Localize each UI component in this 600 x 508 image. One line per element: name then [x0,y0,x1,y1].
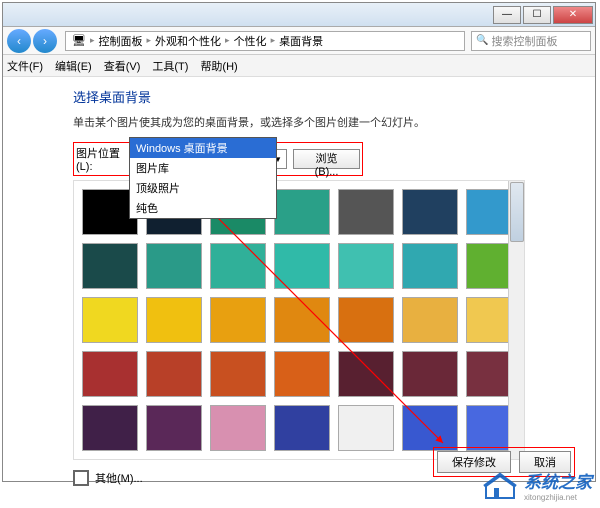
breadcrumb[interactable]: 🖥 ▸ 控制面板 ▸ 外观和个性化 ▸ 个性化 ▸ 桌面背景 [65,31,465,51]
color-swatch[interactable] [146,297,202,343]
color-swatch[interactable] [338,351,394,397]
other-checkbox[interactable] [73,470,89,486]
color-swatch[interactable] [146,243,202,289]
color-swatch[interactable] [338,297,394,343]
dropdown-list: Windows 桌面背景 图片库 顶级照片 纯色 [129,137,277,219]
search-icon: 🔍 [476,35,488,46]
color-swatch[interactable] [402,189,458,235]
breadcrumb-icon: 🖥 [72,34,86,47]
maximize-button[interactable]: ☐ [523,6,551,24]
color-swatch[interactable] [402,351,458,397]
color-swatch[interactable] [274,405,330,451]
window: — ☐ ✕ ‹ › 🖥 ▸ 控制面板 ▸ 外观和个性化 ▸ 个性化 ▸ 桌面背景… [2,2,596,482]
titlebar: — ☐ ✕ [3,3,595,27]
color-swatch[interactable] [82,297,138,343]
color-swatch[interactable] [210,297,266,343]
dropdown-item[interactable]: Windows 桌面背景 [130,138,276,158]
menubar: 文件(F) 编辑(E) 查看(V) 工具(T) 帮助(H) [3,55,595,77]
color-swatch[interactable] [210,351,266,397]
color-swatch[interactable] [338,243,394,289]
page-desc: 单击某个图片使其成为您的桌面背景，或选择多个图片创建一个幻灯片。 [73,114,525,130]
minimize-button[interactable]: — [493,6,521,24]
color-swatch[interactable] [210,243,266,289]
color-swatch[interactable] [146,405,202,451]
house-icon [480,470,520,500]
browse-button[interactable]: 浏览(B)... [293,149,360,169]
color-swatch[interactable] [338,405,394,451]
menu-view[interactable]: 查看(V) [104,58,141,74]
swatch-panel [73,180,525,460]
color-swatch[interactable] [210,405,266,451]
color-swatch[interactable] [402,297,458,343]
breadcrumb-item[interactable]: 个性化 [234,33,267,49]
menu-tools[interactable]: 工具(T) [152,58,188,74]
scrollbar[interactable] [508,181,524,459]
watermark-text: 系统之家 [524,468,592,493]
other-label[interactable]: 其他(M)... [95,470,143,486]
navbar: ‹ › 🖥 ▸ 控制面板 ▸ 外观和个性化 ▸ 个性化 ▸ 桌面背景 🔍 搜索控… [3,27,595,55]
color-swatch[interactable] [82,243,138,289]
color-swatch[interactable] [274,189,330,235]
search-input[interactable]: 🔍 搜索控制面板 [471,31,591,51]
breadcrumb-item[interactable]: 桌面背景 [279,33,323,49]
close-button[interactable]: ✕ [553,6,593,24]
color-swatch[interactable] [82,405,138,451]
color-swatch[interactable] [274,243,330,289]
dropdown-item[interactable]: 图片库 [130,158,276,178]
menu-edit[interactable]: 编辑(E) [55,58,92,74]
menu-file[interactable]: 文件(F) [7,58,43,74]
color-swatch[interactable] [274,351,330,397]
breadcrumb-item[interactable]: 控制面板 [99,33,143,49]
color-swatch[interactable] [146,351,202,397]
color-swatch[interactable] [274,297,330,343]
watermark-url: xitongzhijia.net [524,493,592,502]
page-title: 选择桌面背景 [73,87,525,106]
menu-help[interactable]: 帮助(H) [200,58,237,74]
color-swatch[interactable] [338,189,394,235]
watermark: 系统之家 xitongzhijia.net [480,468,592,502]
breadcrumb-item[interactable]: 外观和个性化 [155,33,221,49]
color-swatch[interactable] [402,243,458,289]
scroll-thumb[interactable] [510,182,524,242]
forward-button[interactable]: › [33,29,57,53]
color-swatch[interactable] [82,351,138,397]
content: 选择桌面背景 单击某个图片使其成为您的桌面背景，或选择多个图片创建一个幻灯片。 … [3,77,595,496]
dropdown-item[interactable]: 顶级照片 [130,178,276,198]
color-swatch[interactable] [402,405,458,451]
swatch-grid [82,189,516,451]
picture-location-label: 图片位置(L): [76,145,135,173]
back-button[interactable]: ‹ [7,29,31,53]
dropdown-item[interactable]: 纯色 [130,198,276,218]
